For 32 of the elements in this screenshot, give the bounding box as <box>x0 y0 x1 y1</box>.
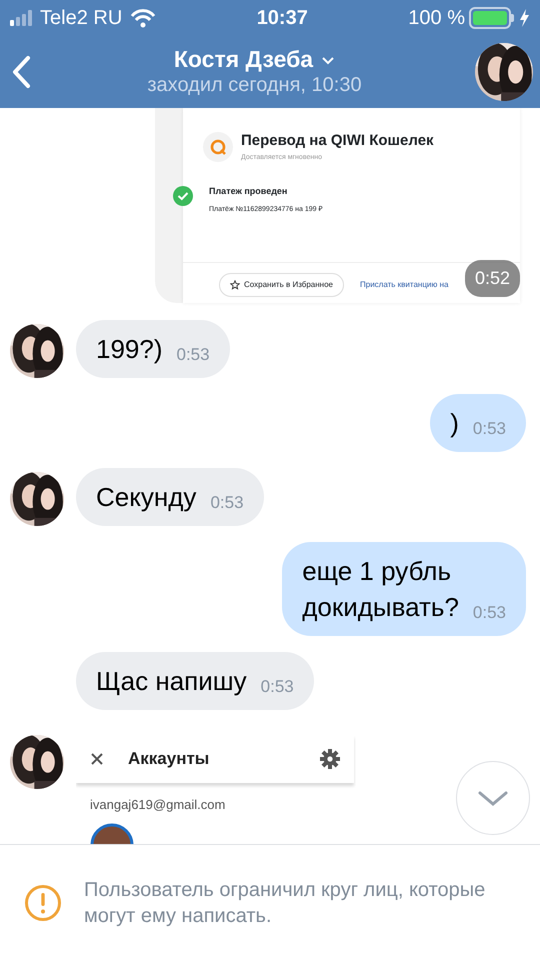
receipt-link[interactable]: Прислать квитанцию на <box>360 279 448 291</box>
message-time: 0:53 <box>472 602 506 624</box>
signal-icon <box>10 9 32 27</box>
restriction-notice: Пользователь ограничил круг лиц, которые могут ему написать. <box>84 878 486 928</box>
message-time: 0:53 <box>210 492 244 514</box>
message-time: 0:53 <box>472 418 506 440</box>
message-text: 199?) <box>96 333 162 366</box>
warning-icon <box>24 884 62 922</box>
battery-icon <box>469 7 515 29</box>
qiwi-logo-icon <box>210 138 226 154</box>
clock-time: 10:37 <box>256 6 309 31</box>
message-text: Секунду <box>96 481 196 514</box>
battery-percent: 100 % <box>408 6 465 31</box>
message-text: еще 1 рубль докидывать? <box>302 555 459 624</box>
receipt-title: Перевод на QIWI Кошелек <box>241 131 434 151</box>
wifi-icon <box>130 8 156 28</box>
accounts-title: Аккаунты <box>128 748 210 770</box>
account-email: ivangaj619@gmail.com <box>89 796 226 814</box>
close-icon <box>90 752 104 766</box>
last-seen-text: заходил сегодня, 10:30 <box>147 72 362 97</box>
save-favorites-button[interactable]: Сохранить в Избранное <box>219 273 344 297</box>
star-icon <box>230 280 240 290</box>
chevron-down-icon <box>478 790 508 806</box>
message-time: 0:53 <box>176 344 210 366</box>
message-time: 0:53 <box>260 676 294 698</box>
carrier-name: Tele2 RU <box>40 6 122 31</box>
message-text: ) <box>450 407 459 440</box>
chevron-down-icon[interactable] <box>321 54 336 65</box>
message-text: Щас напишу <box>96 665 247 698</box>
payment-status: Платеж проведен <box>209 185 288 198</box>
contact-name[interactable]: Костя Дзеба <box>174 47 314 73</box>
settings-icon <box>320 749 340 769</box>
